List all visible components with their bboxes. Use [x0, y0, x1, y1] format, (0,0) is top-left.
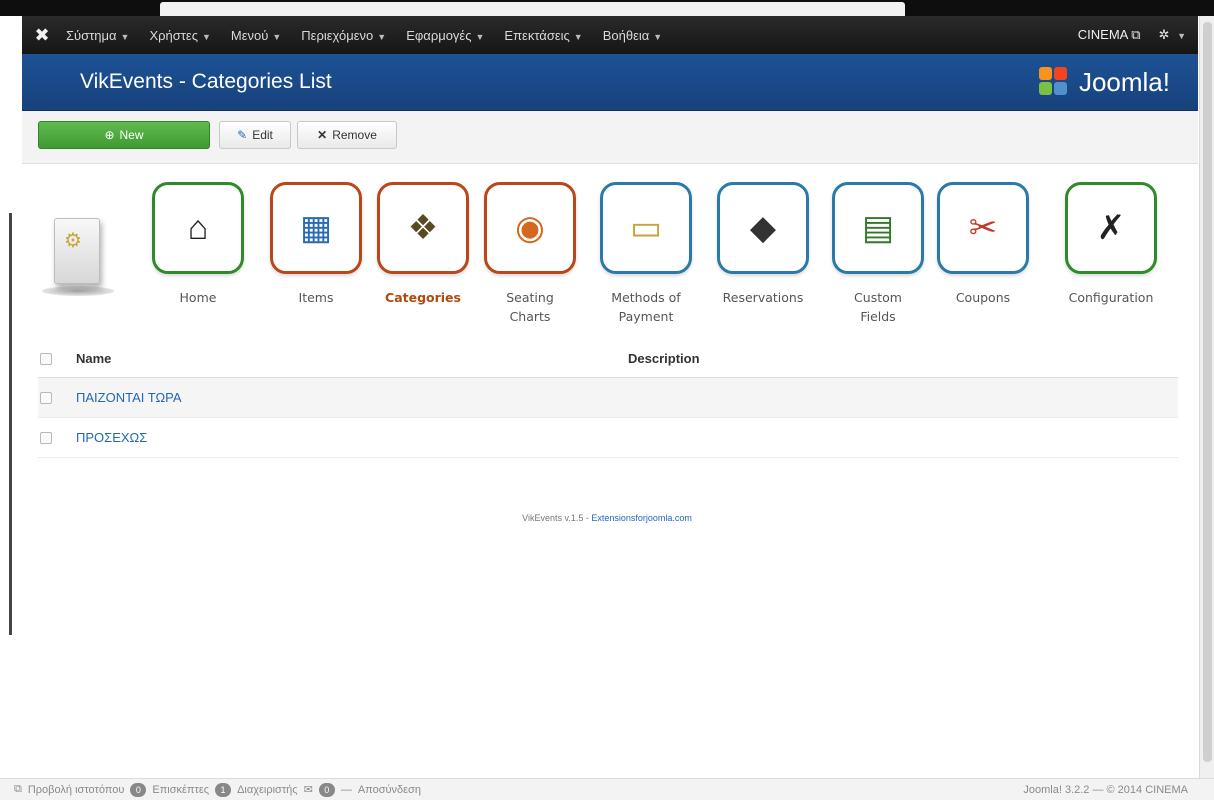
menu-tile-items[interactable]: ▦ Items [267, 182, 365, 307]
visitors-count-badge: 0 [130, 782, 147, 797]
menu-extensions[interactable]: Επεκτάσεις ▼ [504, 28, 582, 43]
admin-menu: Σύστημα ▼ Χρήστες ▼ Μενού ▼ Περιεχόμενο ▼ Εφ… [66, 28, 662, 43]
categories-table: Name Description ΠΑΙΖΟΝΤΑΙ ΤΩΡΑ ΠΡΟΣΕΧΩΣ [38, 340, 1178, 458]
chevron-down-icon: ▼ [120, 31, 130, 42]
category-name-link[interactable]: ΠΡΟΣΕΧΩΣ [76, 430, 147, 445]
chevron-down-icon: ▼ [272, 31, 282, 42]
menu-system[interactable]: Σύστημα ▼ [66, 28, 129, 43]
external-link-icon: ⧉ [1131, 27, 1141, 42]
menu-tile-seating-charts[interactable]: ◉ Seating Charts [481, 182, 579, 326]
credit-card-icon[interactable]: ▭ [600, 182, 692, 274]
row-checkbox[interactable] [40, 431, 52, 444]
version-info: Joomla! 3.2.2 — © 2014 CINEMA [1023, 783, 1188, 796]
category-name-link[interactable]: ΠΑΙΖΟΝΤΑΙ ΤΩΡΑ [76, 390, 182, 405]
messages-count-badge: 0 [318, 782, 335, 797]
joomla-brand: Joomla! [1038, 66, 1170, 98]
menu-components[interactable]: Εφαρμογές ▼ [406, 28, 484, 43]
seating-chart-icon[interactable]: ◉ [484, 182, 576, 274]
menu-tile-home[interactable]: ⌂ Home [149, 182, 247, 307]
logo-shadow [42, 286, 114, 296]
page-title: VikEvents - Categories List [80, 70, 332, 93]
chevron-down-icon: ▼ [573, 31, 583, 42]
menu-tile-methods-of-payment[interactable]: ▭ Methods of Payment [597, 182, 695, 326]
menu-help[interactable]: Βοήθεια ▼ [603, 28, 662, 43]
chevron-down-icon: ▼ [201, 31, 211, 42]
admin-navbar: ✖ Σύστημα ▼ Χρήστες ▼ Μενού ▼ Περιεχόμενο ▼ … [22, 16, 1198, 54]
edit-button[interactable]: ✎ Edit [219, 121, 291, 149]
column-header-description: Description [628, 351, 700, 366]
menu-menus[interactable]: Μενού ▼ [231, 28, 281, 43]
gear-icon: ⚙ [64, 230, 82, 252]
menu-tile-coupons[interactable]: ✂ Coupons [934, 182, 1032, 307]
scrollbar-thumb[interactable] [1203, 22, 1212, 762]
menu-tile-reservations[interactable]: ◆ Reservations [714, 182, 812, 307]
new-button[interactable]: ⊕ New [38, 121, 210, 149]
vikevents-logo: ⚙ [42, 218, 114, 296]
settings-menu[interactable]: ✲ ▼ [1159, 27, 1186, 43]
menu-tile-categories[interactable]: ❖ Categories [374, 182, 472, 307]
left-divider [9, 213, 12, 635]
joomla-logo-icon[interactable]: ✖ [22, 25, 62, 46]
table-header-row: Name Description [38, 340, 1178, 378]
tools-icon[interactable]: ✗ [1065, 182, 1157, 274]
admins-label: Διαχειριστής [237, 783, 298, 796]
edit-icon: ✎ [237, 128, 248, 142]
page-header: VikEvents - Categories List Joomla! [22, 54, 1198, 111]
menu-tile-custom-fields[interactable]: ▤ Custom Fields [829, 182, 927, 326]
visitors-label: Επισκέπτες [152, 783, 210, 796]
chevron-down-icon: ▼ [653, 31, 663, 42]
calendar-icon[interactable]: ▦ [270, 182, 362, 274]
categories-icon[interactable]: ❖ [377, 182, 469, 274]
menu-tile-configuration[interactable]: ✗ Configuration [1062, 182, 1160, 307]
chevron-down-icon: ▼ [1177, 31, 1186, 41]
menu-users[interactable]: Χρήστες ▼ [149, 28, 210, 43]
joomla-brand-icon [1038, 67, 1073, 97]
gear-icon: ✲ [1158, 27, 1170, 42]
table-row: ΠΑΙΖΟΝΤΑΙ ΤΩΡΑ [38, 378, 1178, 418]
site-link[interactable]: CINEMA ⧉ [1078, 27, 1141, 43]
external-link-icon: ⧉ [14, 783, 22, 795]
view-site-link[interactable]: Προβολή ιστοτόπου [28, 784, 125, 796]
select-all-checkbox[interactable] [40, 352, 52, 365]
table-row: ΠΡΟΣΕΧΩΣ [38, 418, 1178, 458]
logout-link[interactable]: Αποσύνδεση [358, 784, 421, 796]
navbar-right: CINEMA ⧉ ✲ ▼ [1078, 27, 1198, 43]
browser-tab[interactable] [160, 2, 905, 16]
browser-tab-strip [0, 0, 1214, 16]
status-bar: ⧉ Προβολή ιστοτόπου 0 Επισκέπτες 1 Διαχε… [0, 778, 1214, 800]
footer-credit: VikEvents v.1.5 - Extensionsforjoomla.co… [522, 513, 692, 523]
tag-icon[interactable]: ◆ [717, 182, 809, 274]
toolbar: ⊕ New ✎ Edit ✕ Remove [22, 111, 1198, 164]
admins-count-badge: 1 [215, 782, 232, 797]
close-icon: ✕ [317, 128, 328, 142]
menu-content[interactable]: Περιεχόμενο ▼ [301, 28, 386, 43]
plus-circle-icon: ⊕ [104, 128, 115, 142]
brand-wordmark: Joomla! [1078, 66, 1170, 97]
fields-icon[interactable]: ▤ [832, 182, 924, 274]
credit-link[interactable]: Extensionsforjoomla.com [591, 513, 692, 523]
vertical-scrollbar[interactable] [1199, 16, 1214, 778]
remove-button[interactable]: ✕ Remove [297, 121, 397, 149]
chevron-down-icon: ▼ [475, 31, 485, 42]
home-icon[interactable]: ⌂ [152, 182, 244, 274]
row-checkbox[interactable] [40, 391, 52, 404]
status-left: ⧉ Προβολή ιστοτόπου 0 Επισκέπτες 1 Διαχε… [14, 782, 421, 797]
column-header-name[interactable]: Name [76, 351, 111, 366]
envelope-icon: ✉ [303, 784, 313, 796]
chevron-down-icon: ▼ [377, 31, 387, 42]
scissors-icon[interactable]: ✂ [937, 182, 1029, 274]
